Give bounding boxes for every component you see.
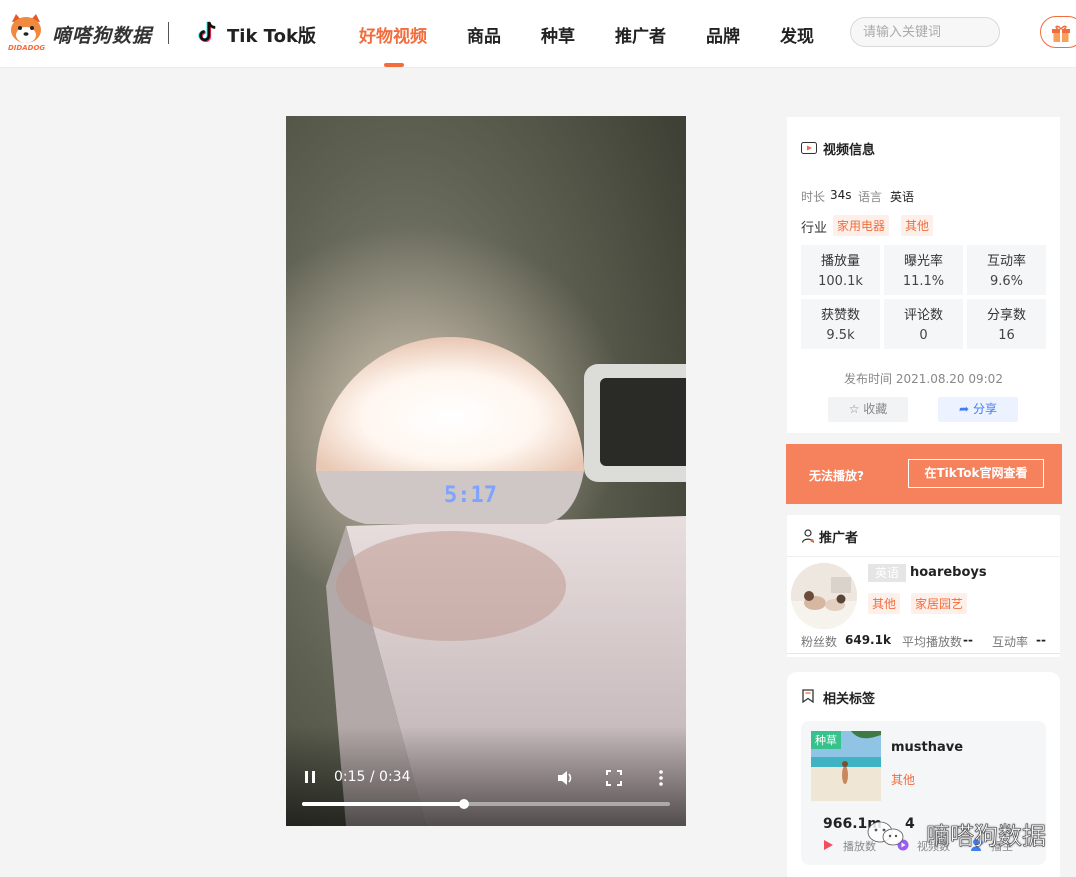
- stat-label: 分享数: [986, 308, 1026, 323]
- top-navigation-bar: 嘀嗒狗数据 DIDADOG Tik Tok版 好物视频 商品 种草 推广者 品牌…: [0, 0, 1076, 68]
- svg-text:5:17: 5:17: [444, 483, 497, 508]
- nav-item-discover[interactable]: 发现: [780, 22, 814, 47]
- video-progress-handle[interactable]: [458, 799, 469, 809]
- duration-label: 时长: [801, 190, 826, 204]
- nav-item-promoters[interactable]: 推广者: [615, 22, 666, 47]
- brand-name[interactable]: 嘀嗒狗数据: [52, 21, 152, 48]
- gift-icon: [1052, 25, 1070, 42]
- video-info-icon: [801, 142, 817, 154]
- divider: [787, 556, 1060, 557]
- divider: [787, 653, 1060, 654]
- more-options-icon[interactable]: [656, 769, 666, 787]
- stat-exposure-rate: 曝光率 11.1%: [884, 245, 963, 295]
- stat-label: 播放量: [820, 254, 860, 269]
- promoter-card: 推广者 英语 hoareboys 其他 家居园艺 粉丝数 649.1k 平均播放…: [787, 515, 1060, 657]
- fans-value: 649.1k: [845, 633, 891, 647]
- star-icon: ☆: [848, 402, 860, 416]
- cannot-play-text: 无法播放?: [809, 469, 864, 483]
- watermark-text: 嘀嗒狗数据: [926, 822, 1047, 851]
- volume-icon[interactable]: [556, 769, 574, 787]
- video-time-display: 0:15 / 0:34: [334, 769, 411, 785]
- pause-icon[interactable]: [302, 769, 318, 785]
- stat-value: 9.5k: [826, 328, 855, 343]
- header-divider: [168, 22, 169, 44]
- wechat-logo-icon: [867, 821, 904, 846]
- language-value: 英语: [890, 190, 915, 204]
- stat-label: 评论数: [903, 308, 943, 323]
- gift-button[interactable]: [1040, 16, 1076, 48]
- seeding-badge: 种草: [811, 731, 841, 749]
- favorite-button[interactable]: ☆ 收藏: [828, 397, 908, 422]
- avatar[interactable]: [791, 563, 857, 629]
- stat-shares: 分享数 16: [967, 299, 1046, 349]
- share-button[interactable]: ➦ 分享: [938, 397, 1018, 422]
- language-badge: 英语: [868, 564, 906, 582]
- stat-interaction-rate: 互动率 9.6%: [967, 245, 1046, 295]
- promoter-title: 推广者: [819, 531, 859, 546]
- industry-tag[interactable]: 其他: [901, 215, 934, 236]
- stat-likes: 获赞数 9.5k: [801, 299, 880, 349]
- tag-name[interactable]: musthave: [891, 740, 963, 755]
- favorite-label: 收藏: [863, 402, 888, 416]
- industry-tag[interactable]: 家用电器: [833, 215, 890, 236]
- avg-play-value: --: [963, 633, 973, 647]
- publish-time: 发布时间 2021.08.20 09:02: [844, 372, 1003, 386]
- stat-value: 100.1k: [818, 274, 863, 289]
- nav-item-brands[interactable]: 品牌: [706, 22, 740, 47]
- stat-value: 9.6%: [989, 274, 1024, 289]
- video-progress-bar[interactable]: [302, 799, 670, 809]
- duration-value: 34s: [830, 188, 852, 202]
- watermark: 嘀嗒狗数据: [866, 812, 1066, 852]
- industry-label: 行业: [801, 221, 828, 236]
- promoter-tag[interactable]: 其他: [868, 593, 901, 614]
- stat-plays: 播放量 100.1k: [801, 245, 880, 295]
- tiktok-icon: [198, 21, 216, 43]
- stat-label: 获赞数: [820, 308, 860, 323]
- stat-value: 16: [998, 328, 1015, 343]
- interaction-label: 互动率: [992, 635, 1029, 649]
- video-info-card: 视频信息 时长 34s 语言 英语 行业 家用电器 其他 播放量 100.1k …: [787, 117, 1060, 433]
- nav-item-products[interactable]: 商品: [467, 22, 501, 47]
- nav-item-good-videos[interactable]: 好物视频: [359, 22, 427, 47]
- interaction-value: --: [1036, 633, 1046, 647]
- tag-category: 其他: [891, 773, 916, 787]
- video-info-title: 视频信息: [823, 143, 876, 158]
- promoter-tag[interactable]: 家居园艺: [911, 593, 968, 614]
- play-icon: [824, 840, 833, 850]
- fans-label: 粉丝数: [801, 635, 838, 649]
- promoter-name[interactable]: hoareboys: [910, 565, 987, 580]
- language-label: 语言: [858, 190, 883, 204]
- avg-play-label: 平均播放数: [902, 635, 963, 649]
- video-frame-lamp-scene: 5:17: [286, 116, 686, 826]
- search-input[interactable]: [850, 17, 1000, 47]
- brand-subtitle: DIDADOG: [8, 44, 46, 52]
- person-icon: [801, 529, 815, 543]
- nav-item-seeding[interactable]: 种草: [541, 22, 575, 47]
- view-on-tiktok-button[interactable]: 在TikTok官网查看: [908, 459, 1044, 488]
- active-nav-indicator: [384, 63, 404, 67]
- fullscreen-icon[interactable]: [606, 770, 622, 786]
- tag-thumbnail[interactable]: 种草: [811, 731, 881, 801]
- video-player[interactable]: 5:17 0:15 / 0:34: [286, 116, 686, 826]
- stat-label: 互动率: [986, 254, 1026, 269]
- stat-label: 曝光率: [903, 254, 943, 269]
- platform-label: Tik Tok版: [227, 26, 316, 47]
- cannot-play-banner: 无法播放? 在TikTok官网查看: [786, 444, 1062, 504]
- stat-value: 11.1%: [902, 274, 945, 289]
- stat-comments: 评论数 0: [884, 299, 963, 349]
- video-progress-fill: [302, 802, 464, 806]
- bookmark-icon: [802, 689, 814, 703]
- related-tags-title: 相关标签: [823, 692, 876, 707]
- stat-value: 0: [919, 328, 928, 343]
- share-arrow-icon: ➦: [959, 402, 970, 416]
- share-label: 分享: [972, 402, 997, 416]
